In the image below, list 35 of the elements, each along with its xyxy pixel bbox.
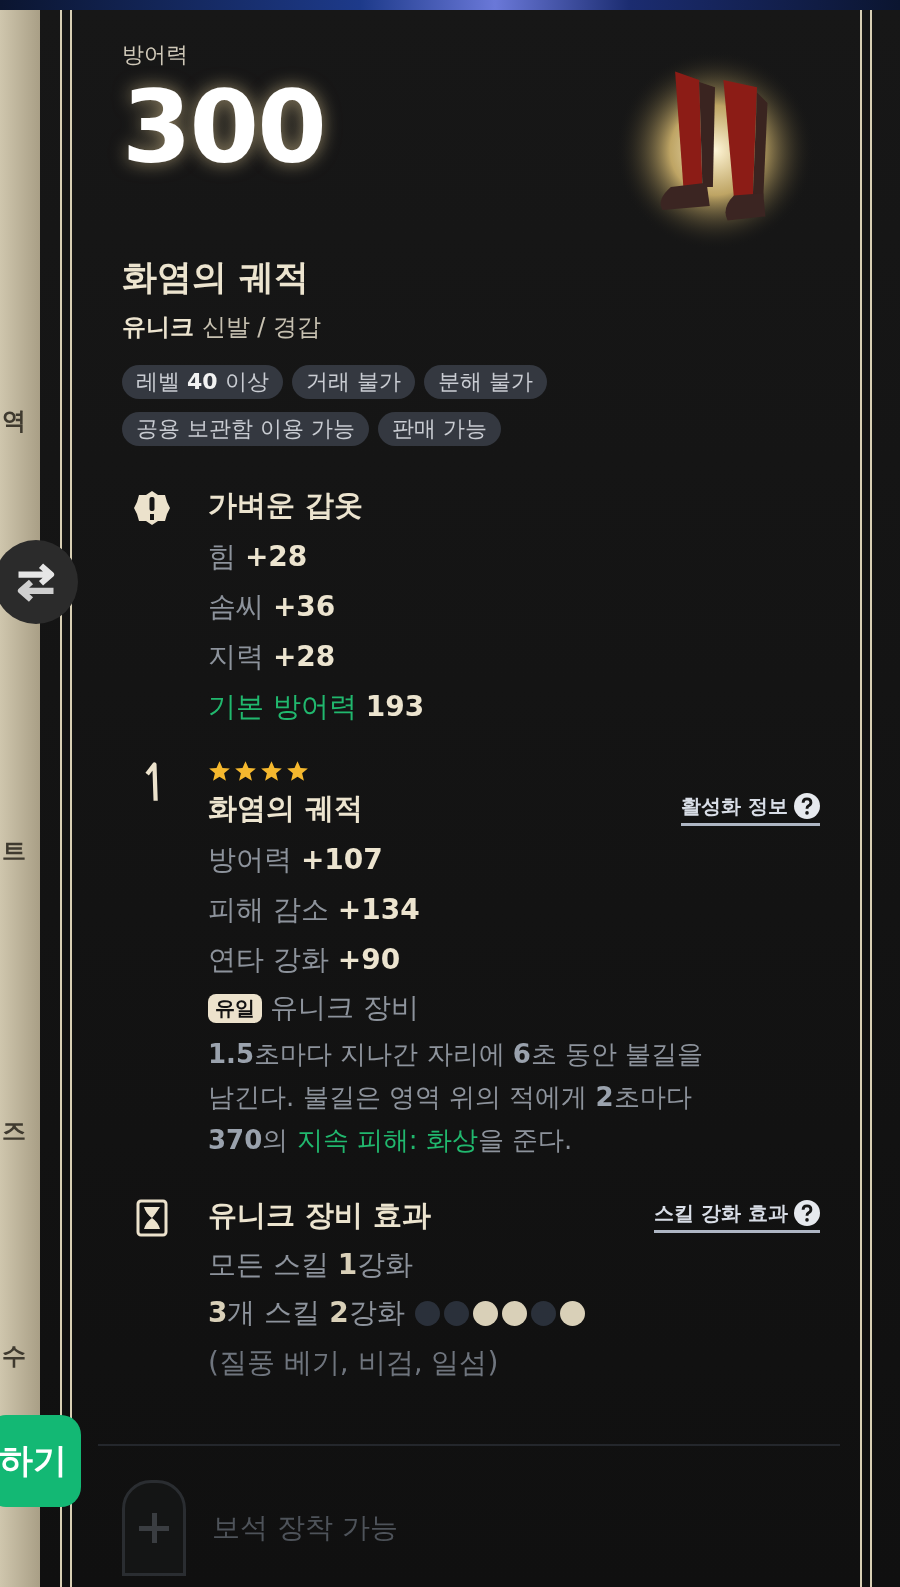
unique-badge: 유일 bbox=[208, 993, 262, 1023]
skill-line: 3개 스킬 2강화 bbox=[208, 1295, 405, 1331]
side-label: 즈 bbox=[2, 1116, 26, 1147]
effect-description: 1.5초마다 지나간 자리에 6초 동안 불길을 남긴다. 불길은 영역 위의 적에게 2초마다 370의 지속 피해: 화상을 준다. bbox=[208, 1038, 705, 1157]
section-title: 화염의 궤적 bbox=[208, 790, 364, 827]
tag: 거래 불가 bbox=[291, 365, 415, 399]
stat-line: 솜씨 +36 bbox=[208, 589, 336, 625]
item-name: 화염의 궤적 bbox=[122, 256, 310, 299]
stat-value: 300 bbox=[122, 70, 325, 185]
skill-line: 모든 스킬 1강화 bbox=[208, 1247, 414, 1283]
stat-line: 피해 감소 +134 bbox=[208, 892, 420, 928]
tag: 분해 불가 bbox=[423, 365, 547, 399]
stat-line: 연타 강화 +90 bbox=[208, 942, 401, 978]
item-type: 유니크 신발 / 경갑 bbox=[122, 312, 321, 343]
info-link[interactable]: 스킬 강화 효과 bbox=[654, 1199, 820, 1233]
side-label: 역 bbox=[2, 406, 26, 437]
side-label: 수 bbox=[2, 1341, 26, 1372]
tag: 레벨 40 이상 bbox=[122, 365, 283, 399]
tag: 판매 가능 bbox=[378, 412, 501, 446]
tag: 공용 보관함 이용 가능 bbox=[122, 412, 369, 446]
stat-line: 기본 방어력 193 bbox=[208, 689, 425, 725]
socket-label: 보석 장착 가능 bbox=[212, 1510, 398, 1546]
badge-label: 유니크 장비 bbox=[270, 990, 419, 1026]
help-icon bbox=[794, 1200, 820, 1226]
stat-line: 방어력 +107 bbox=[208, 842, 383, 878]
side-label: 트 bbox=[2, 836, 26, 867]
armor-badge-icon bbox=[132, 488, 172, 528]
info-link[interactable]: 활성화 정보 bbox=[681, 792, 820, 826]
stat-line: 힘 +28 bbox=[208, 539, 308, 575]
help-icon bbox=[794, 793, 820, 819]
skill-note: (질풍 베기, 비검, 일섬) bbox=[208, 1345, 499, 1381]
section-title: 가벼운 갑옷 bbox=[208, 487, 364, 524]
stat-label: 방어력 bbox=[122, 41, 188, 69]
section-title: 유니크 장비 효과 bbox=[208, 1197, 432, 1234]
stat-line: 지력 +28 bbox=[208, 639, 336, 675]
